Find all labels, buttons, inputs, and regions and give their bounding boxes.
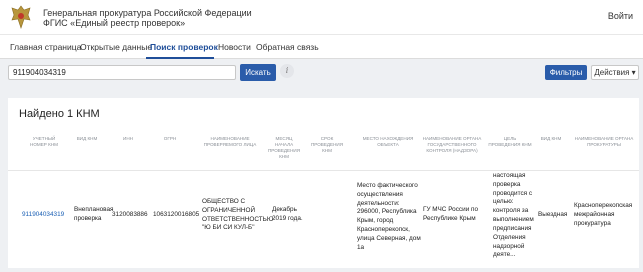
coat-of-arms-icon xyxy=(11,5,31,29)
column-header-authority: Наименование органа государственного кон… xyxy=(422,136,482,153)
cell-inn: 3120083886 xyxy=(112,211,148,218)
column-header-inn: ИНН xyxy=(123,136,133,141)
column-header-form: Вид КНМ xyxy=(540,136,562,141)
tab-news[interactable]: Новости xyxy=(218,42,251,52)
tab-search-inspections[interactable]: Поиск проверок xyxy=(150,42,218,52)
cell-entity-name: ОБЩЕСТВО С ОГРАНИЧЕННОЙ ОТВЕТСТВЕННОСТЬЮ… xyxy=(202,198,274,232)
column-header-prosecutor: Наименование органа прокуратуры xyxy=(574,136,634,147)
cell-location: Место фактического осуществления деятель… xyxy=(357,182,421,251)
cell-goal: настоящая проверка проводится с целью: к… xyxy=(493,172,534,259)
search-input[interactable]: 911904034319 xyxy=(8,65,236,80)
column-header-start-month: Месяц начала проведения КНМ xyxy=(267,136,301,159)
main-nav: Главная страница Открытые данные Поиск п… xyxy=(0,34,643,59)
header-divider xyxy=(8,170,639,171)
filters-button[interactable]: Фильтры xyxy=(545,65,587,80)
search-button[interactable]: Искать xyxy=(240,64,276,81)
org-name-line1: Генеральная прокуратура Российской Федер… xyxy=(43,8,252,18)
org-name-line2: ФГИС «Единый реестр проверок» xyxy=(43,18,186,28)
top-header: Генеральная прокуратура Российской Федер… xyxy=(0,0,643,34)
actions-dropdown[interactable]: Действия ▾ xyxy=(591,65,639,80)
inspection-number-link[interactable]: 911904034319 xyxy=(22,211,68,220)
column-header-duration: Срок проведения КНМ xyxy=(310,136,344,153)
column-header-entity-name: Наименование проверяемого лица xyxy=(203,136,257,147)
info-icon[interactable]: i xyxy=(280,64,294,78)
results-title: Найдено 1 КНМ xyxy=(19,108,100,120)
cell-start-month: Декабрь 2019 года. xyxy=(272,206,303,222)
column-header-goal: Цель проведения КНМ xyxy=(488,136,532,147)
tab-feedback[interactable]: Обратная связь xyxy=(256,42,319,52)
cell-prosecutor: Красноперекопская межрайонная прокуратур… xyxy=(574,202,633,227)
column-header-kind: Вид КНМ xyxy=(76,136,98,141)
column-header-ogrn: ОГРН xyxy=(163,136,177,141)
cell-ogrn: 1063120016805 xyxy=(153,211,200,218)
column-header-number: Учетный номер КНМ xyxy=(30,136,58,147)
tab-open-data[interactable]: Открытые данные xyxy=(80,42,152,52)
login-link[interactable]: Войти xyxy=(608,11,633,21)
results-card: Найдено 1 КНМ Учетный номер КНМ Вид КНМ … xyxy=(8,98,639,268)
column-header-location: Место нахождения объекта xyxy=(362,136,414,147)
cell-authority: ГУ МЧС России по Республике Крым xyxy=(423,206,479,222)
tab-home[interactable]: Главная страница xyxy=(10,42,81,52)
active-tab-indicator xyxy=(146,57,214,59)
cell-kind: Внеплановая проверка xyxy=(74,206,114,222)
cell-form: Выездная xyxy=(538,211,568,218)
